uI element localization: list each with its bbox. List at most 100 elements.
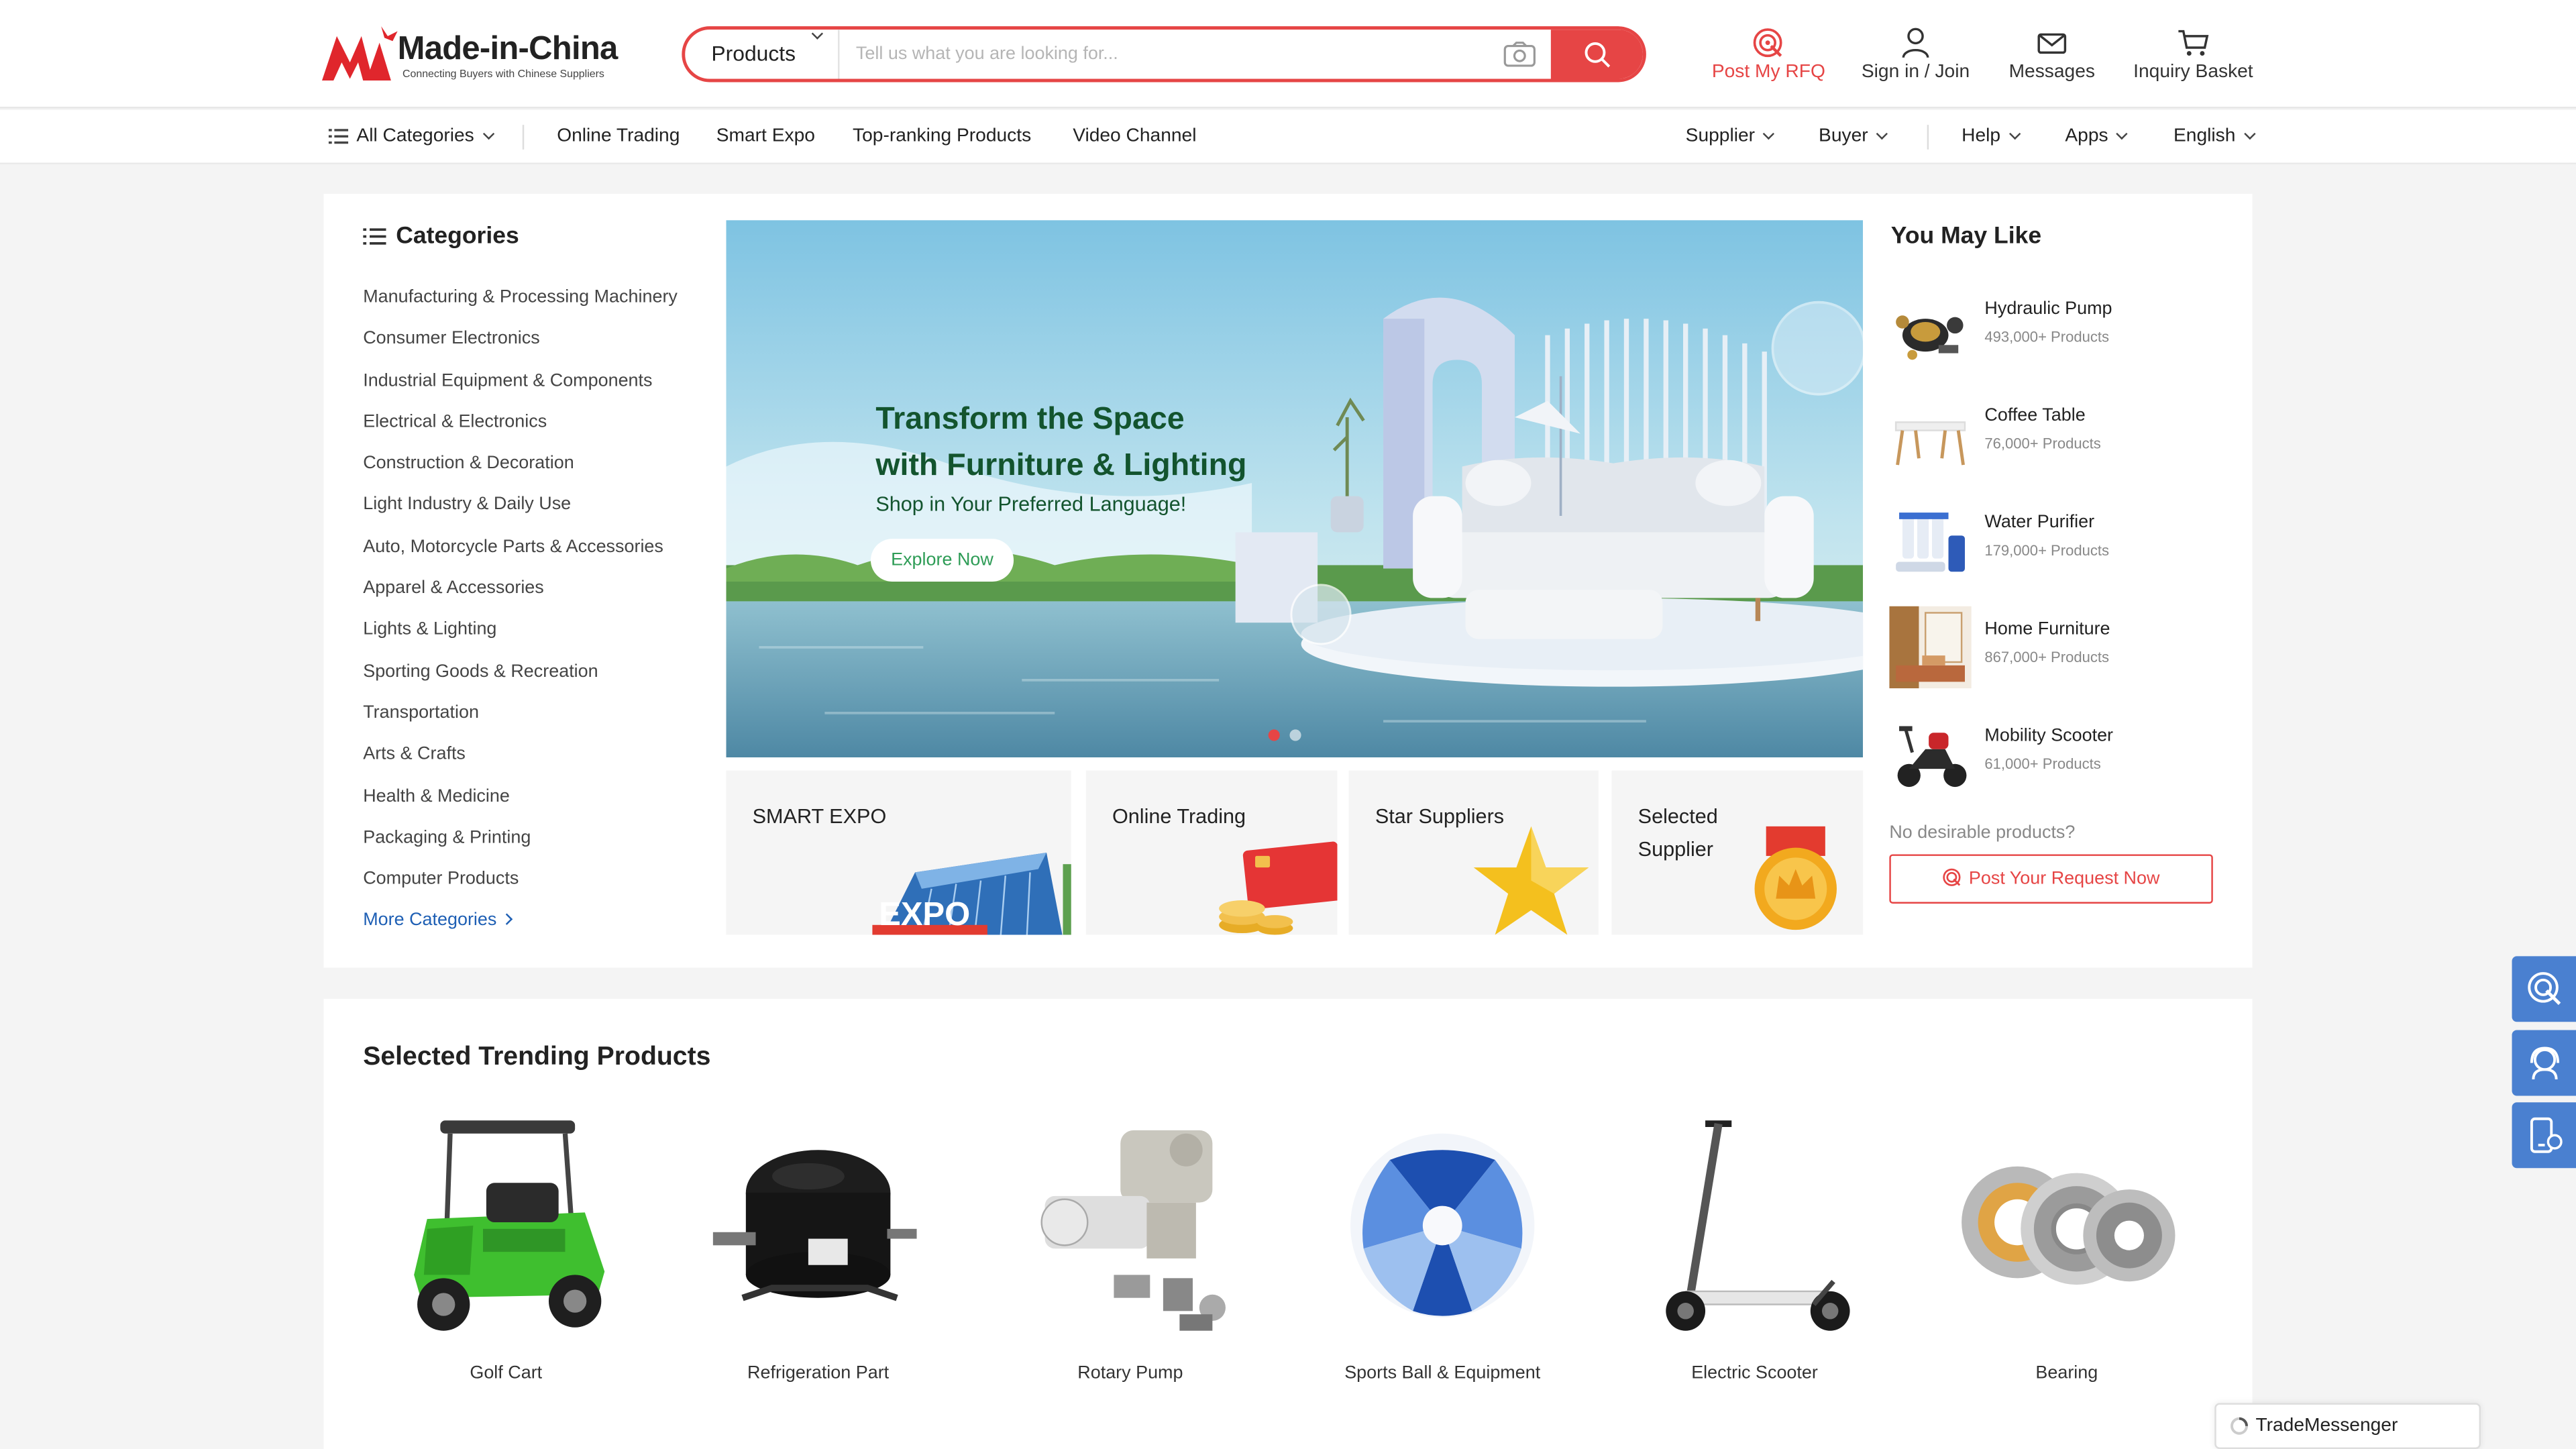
category-item[interactable]: Construction & Decoration (363, 445, 708, 487)
more-categories-label: More Categories (363, 910, 497, 931)
category-item[interactable]: Transportation (363, 695, 708, 737)
category-list: Manufacturing & Processing Machinery Con… (363, 279, 708, 944)
nav-language-menu[interactable]: English (2174, 110, 2255, 164)
trending-product[interactable]: Sports Ball & Equipment (1287, 1111, 1599, 1384)
category-item[interactable]: Lights & Lighting (363, 612, 708, 653)
carousel-dot[interactable] (1289, 729, 1301, 741)
all-categories-label: All Categories (356, 126, 474, 146)
post-request-label: Post Your Request Now (1968, 869, 2160, 889)
carousel-dot[interactable] (1268, 729, 1280, 741)
post-rfq-button[interactable]: Post My RFQ (1712, 26, 1825, 82)
nav-video-channel[interactable]: Video Channel (1073, 110, 1196, 164)
messages-label: Messages (2008, 62, 2095, 83)
you-may-like-title: You May Like (1890, 223, 2042, 250)
trending-product[interactable]: Golf Cart (350, 1111, 662, 1384)
trending-product-label: Golf Cart (470, 1363, 543, 1384)
category-item[interactable]: Consumer Electronics (363, 321, 708, 362)
nav-buyer-menu[interactable]: Buyer (1819, 110, 1888, 164)
recommended-item-name: Mobility Scooter (1984, 726, 2114, 746)
nav-supplier-menu[interactable]: Supplier (1685, 110, 1775, 164)
rfq-icon (2527, 972, 2561, 1006)
trending-product[interactable]: Refrigeration Part (662, 1111, 974, 1383)
soccer-ball-image (1350, 1133, 1535, 1318)
rfq-icon (1753, 28, 1782, 58)
float-app-button[interactable] (2512, 1102, 2576, 1169)
search-category-label: Products (711, 41, 796, 66)
explore-now-button[interactable]: Explore Now (870, 539, 1014, 582)
recommended-item[interactable]: Mobility Scooter 61,000+ Products (1889, 712, 2218, 798)
electric-scooter-image (1666, 1120, 1850, 1331)
search-category-select[interactable]: Products (685, 30, 840, 79)
search-button[interactable] (1550, 30, 1643, 79)
float-service-button[interactable] (2512, 1030, 2576, 1096)
user-icon (1902, 28, 1929, 58)
logo-tagline: Connecting Buyers with Chinese Suppliers (402, 68, 604, 81)
camera-icon[interactable] (1503, 41, 1536, 67)
category-item[interactable]: Electrical & Electronics (363, 404, 708, 445)
nav-top-ranking[interactable]: Top-ranking Products (853, 110, 1031, 164)
chevron-down-icon (2008, 127, 2021, 140)
nav-help-menu[interactable]: Help (1962, 110, 2021, 164)
medal-icon (1754, 826, 1837, 930)
nav-buyer-label: Buyer (1819, 126, 1868, 146)
categories-heading: Categories (363, 223, 519, 250)
category-item[interactable]: Packaging & Printing (363, 820, 708, 861)
search-input[interactable] (843, 30, 1484, 79)
trending-product[interactable]: Electric Scooter (1599, 1111, 1911, 1383)
mobile-app-icon (2529, 1117, 2562, 1153)
logo-mark-icon (322, 26, 398, 81)
selected-supplier-tile[interactable]: Selected Supplier (1611, 770, 1864, 935)
all-categories-menu[interactable]: All Categories (328, 110, 494, 164)
nav-online-trading[interactable]: Online Trading (557, 110, 680, 164)
nav-divider (522, 125, 525, 150)
category-item[interactable]: Computer Products (363, 861, 708, 903)
trade-messenger-widget[interactable]: TradeMessenger (2214, 1403, 2481, 1449)
category-item[interactable]: Industrial Equipment & Components (363, 362, 708, 404)
trending-product[interactable]: Bearing (1911, 1111, 2222, 1383)
logo[interactable]: Made-in-China Connecting Buyers with Chi… (322, 26, 618, 85)
expo-image-text: EXPO (879, 896, 970, 932)
logo-text: Made-in-China (397, 31, 619, 68)
list-icon (363, 228, 386, 245)
category-item[interactable]: Arts & Crafts (363, 737, 708, 778)
categories-title: Categories (396, 223, 519, 250)
nav-language-label: English (2174, 126, 2236, 146)
sign-in-link[interactable]: Sign in / Join (1858, 26, 1973, 82)
float-rfq-button[interactable] (2512, 956, 2576, 1022)
recommended-item[interactable]: Home Furniture 867,000+ Products (1889, 606, 2218, 692)
nav-smart-expo[interactable]: Smart Expo (716, 110, 815, 164)
category-item[interactable]: Light Industry & Daily Use (363, 487, 708, 529)
banner-subtitle: Shop in Your Preferred Language! (875, 492, 1187, 516)
category-item[interactable]: Auto, Motorcycle Parts & Accessories (363, 529, 708, 570)
category-item[interactable]: Manufacturing & Processing Machinery (363, 279, 708, 321)
recommended-item[interactable]: Hydraulic Pump 493,000+ Products (1889, 286, 2218, 371)
trending-product[interactable]: Rotary Pump (974, 1111, 1286, 1383)
more-categories-link[interactable]: More Categories (363, 903, 708, 945)
recommended-item[interactable]: Water Purifier 179,000+ Products (1889, 499, 2218, 584)
coffee-table-thumb (1889, 392, 1972, 475)
smart-expo-tile[interactable]: SMART EXPO EXPO (726, 770, 1071, 935)
cart-icon (2178, 30, 2209, 56)
messages-link[interactable]: Messages (2002, 26, 2101, 82)
nav-supplier-label: Supplier (1685, 126, 1756, 146)
chevron-down-icon (2116, 127, 2129, 140)
promo-banner[interactable]: Transform the Space with Furniture & Ligh… (726, 220, 1864, 757)
category-item[interactable]: Apparel & Accessories (363, 570, 708, 612)
star-suppliers-tile[interactable]: Star Suppliers (1348, 770, 1599, 935)
category-item[interactable]: Health & Medicine (363, 778, 708, 820)
recommended-item[interactable]: Coffee Table 76,000+ Products (1889, 392, 2218, 478)
sign-in-label: Sign in / Join (1861, 62, 1970, 83)
trending-panel: Selected Trending Products Golf Cart Ref… (323, 998, 2253, 1449)
category-item[interactable]: Sporting Goods & Recreation (363, 653, 708, 695)
online-trading-tile[interactable]: Online Trading (1085, 770, 1338, 935)
list-icon (328, 129, 349, 144)
recommended-item-name: Coffee Table (1984, 405, 2086, 426)
search-icon (1584, 41, 1609, 67)
chevron-down-icon (1763, 127, 1775, 140)
search-bar: Products (682, 26, 1646, 83)
post-request-button[interactable]: Post Your Request Now (1889, 854, 2213, 904)
nav-apps-menu[interactable]: Apps (2065, 110, 2129, 164)
recommended-item-name: Hydraulic Pump (1984, 299, 2112, 319)
inquiry-basket-link[interactable]: Inquiry Basket (2133, 26, 2254, 82)
trending-product-label: Sports Ball & Equipment (1344, 1363, 1541, 1384)
